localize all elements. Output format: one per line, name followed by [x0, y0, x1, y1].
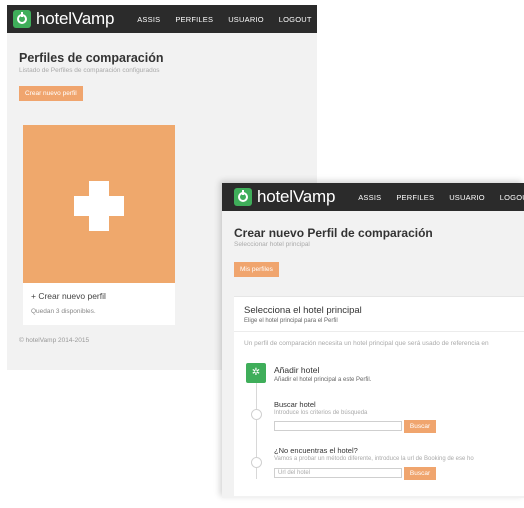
step-add-hotel-title: Añadir hotel — [274, 365, 320, 375]
top-nav-front: hotelVamp ASSIS PERFILES USUARIO LOGOUT — [222, 183, 524, 211]
gear-icon: ✲ — [246, 363, 266, 383]
card-title[interactable]: + Crear nuevo perfil — [31, 291, 106, 301]
step-add-hotel-subtitle: Añadir el hotel principal a este Perfil. — [274, 377, 372, 383]
panel-subtitle: Elige el hotel principal para el Perfil — [244, 318, 338, 324]
brand-front[interactable]: hotelVamp — [234, 187, 335, 207]
step-url-subtitle: Vamos a probar un método diferente, intr… — [274, 456, 474, 462]
nav-item-assis[interactable]: ASSIS — [137, 15, 160, 24]
url-search-button[interactable]: Buscar — [404, 467, 436, 480]
power-icon — [234, 188, 252, 206]
step-dot-url — [251, 457, 262, 468]
create-profile-window: hotelVamp ASSIS PERFILES USUARIO LOGOUT … — [222, 183, 524, 498]
card-subtitle: Quedan 3 disponibles. — [31, 308, 96, 315]
nav-item-logout[interactable]: LOGOUT — [279, 15, 312, 24]
plus-icon-bar — [74, 196, 124, 216]
card-image[interactable] — [23, 125, 175, 283]
my-profiles-button[interactable]: Mis perfiles — [234, 262, 279, 277]
search-button[interactable]: Buscar — [404, 420, 436, 433]
new-profile-card[interactable]: + Crear nuevo perfil Quedan 3 disponible… — [23, 125, 175, 325]
top-nav: hotelVamp ASSIS PERFILES USUARIO LOGOUT — [7, 5, 317, 33]
nav-item-perfiles[interactable]: PERFILES — [396, 193, 434, 202]
page-subtitle-front: Seleccionar hotel principal — [234, 241, 310, 248]
panel-description: Un perfil de comparación necesita un hot… — [244, 340, 489, 347]
select-hotel-panel: Selecciona el hotel principal Elige el h… — [234, 296, 524, 496]
brand[interactable]: hotelVamp — [13, 9, 114, 29]
step-search-title: Buscar hotel — [274, 400, 316, 409]
search-input[interactable] — [274, 421, 402, 431]
panel-divider — [234, 331, 524, 332]
panel-title: Selecciona el hotel principal — [244, 305, 362, 316]
page-subtitle: Listado de Perfiles de comparación confi… — [19, 67, 160, 74]
hotel-url-input[interactable]: Url del hotel — [274, 468, 402, 478]
step-dot-search — [251, 409, 262, 420]
step-search-subtitle: Introduce los criterios de búsqueda — [274, 410, 368, 416]
power-icon — [13, 10, 31, 28]
page-title: Perfiles de comparación — [19, 51, 164, 65]
nav-item-perfiles[interactable]: PERFILES — [175, 15, 213, 24]
nav-item-logout[interactable]: LOGOUT — [500, 193, 524, 202]
page-title-front: Crear nuevo Perfil de comparación — [234, 226, 433, 240]
brand-name: hotelVamp — [36, 9, 115, 28]
nav-item-usuario[interactable]: USUARIO — [228, 15, 264, 24]
step-url-title: ¿No encuentras el hotel? — [274, 446, 358, 455]
footer: © hotelVamp 2014-2015 — [19, 337, 90, 344]
nav-item-assis[interactable]: ASSIS — [358, 193, 381, 202]
nav-item-usuario[interactable]: USUARIO — [449, 193, 485, 202]
brand-name-front: hotelVamp — [257, 187, 336, 206]
create-profile-button[interactable]: Crear nuevo perfil — [19, 86, 83, 101]
